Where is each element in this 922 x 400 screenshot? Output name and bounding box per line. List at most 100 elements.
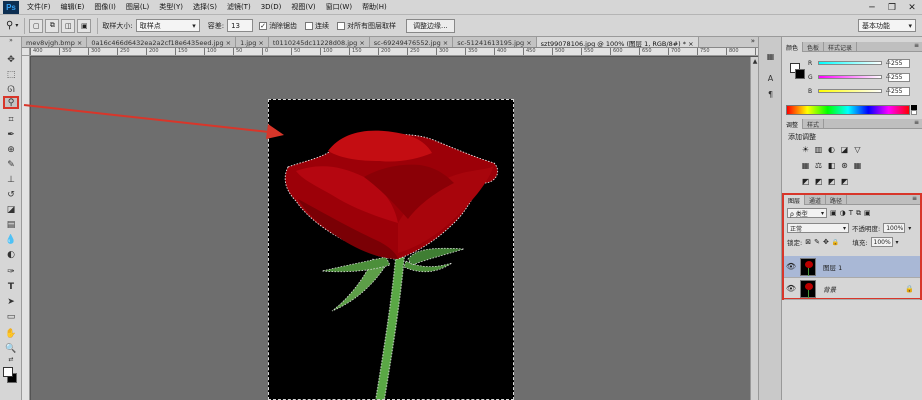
marquee-tool-icon[interactable]: ⬚ xyxy=(3,68,19,81)
document-tab[interactable]: 0a16c466d6432ea2a2cf18e6435eed.jpg × xyxy=(87,37,237,47)
swap-colors-icon[interactable]: ⇄ xyxy=(3,355,19,363)
green-channel-value[interactable]: 255 xyxy=(888,72,910,82)
minimize-button[interactable]: ─ xyxy=(862,0,882,15)
move-tool-icon[interactable]: ✥ xyxy=(3,53,19,66)
restore-button[interactable]: ❐ xyxy=(882,0,902,15)
menu-file[interactable]: 文件(F) xyxy=(22,2,56,12)
history-brush-tool-icon[interactable]: ↺ xyxy=(3,188,19,201)
panel-menu-icon[interactable]: ≡ xyxy=(911,42,922,51)
exposure-icon[interactable]: ◪ xyxy=(839,144,850,155)
preset-dropdown-icon[interactable]: ▾ xyxy=(15,22,18,29)
tab-adjust-styles[interactable]: 样式 xyxy=(803,119,825,129)
tab-swatches[interactable]: 色板 xyxy=(803,42,825,52)
ruler-horizontal[interactable]: 400 350 300 250 200 150 100 50 0 50 100 150 200 250 30… xyxy=(30,48,758,56)
eye-icon[interactable]: 👁 xyxy=(784,284,798,293)
sample-all-layers-checkbox[interactable] xyxy=(337,21,346,30)
refine-edge-button[interactable]: 调整边缘... xyxy=(406,18,455,33)
blue-channel-track[interactable] xyxy=(818,89,882,93)
color-panel-background-swatch[interactable] xyxy=(795,69,805,79)
menu-edit[interactable]: 编辑(E) xyxy=(56,2,90,12)
black-white-icon[interactable]: ◧ xyxy=(826,160,837,171)
ruler-origin[interactable] xyxy=(22,48,30,56)
new-selection-icon[interactable]: ▢ xyxy=(29,18,44,33)
magic-wand-preset-icon[interactable]: ⚲ xyxy=(6,20,13,31)
lock-image-icon[interactable]: ✎ xyxy=(814,238,820,246)
menu-help[interactable]: 帮助(H) xyxy=(357,2,392,12)
intersect-selection-icon[interactable]: ▣ xyxy=(77,18,92,33)
menu-type[interactable]: 类型(Y) xyxy=(154,2,188,12)
subtract-selection-icon[interactable]: ◫ xyxy=(61,18,76,33)
vertical-scrollbar[interactable]: ▲ xyxy=(750,57,758,400)
filter-pixel-icon[interactable]: ▣ xyxy=(830,209,837,217)
menu-3d[interactable]: 3D(D) xyxy=(256,3,287,11)
menu-window[interactable]: 窗口(W) xyxy=(321,2,357,12)
contiguous-checkbox[interactable] xyxy=(305,21,314,30)
add-selection-icon[interactable]: ⧉ xyxy=(45,18,60,33)
lock-all-icon[interactable]: 🔒 xyxy=(832,239,839,246)
eyedropper-tool-icon[interactable]: ✒ xyxy=(3,128,19,141)
history-panel-icon[interactable]: ▦ xyxy=(764,51,777,62)
levels-icon[interactable]: ▥ xyxy=(813,144,824,155)
slider-thumb-icon[interactable]: △ xyxy=(886,58,891,65)
chevron-down-icon[interactable]: ▾ xyxy=(908,225,911,232)
clone-stamp-tool-icon[interactable]: ⊥ xyxy=(3,173,19,186)
menu-image[interactable]: 图像(I) xyxy=(89,2,121,12)
menu-layer[interactable]: 图层(L) xyxy=(121,2,154,12)
tolerance-input[interactable]: 13 xyxy=(227,19,254,32)
paragraph-panel-icon[interactable]: ¶ xyxy=(764,89,777,100)
blue-channel-value[interactable]: 255 xyxy=(888,86,910,96)
document-tab[interactable]: mev8vjgh.bmp × xyxy=(22,37,88,47)
fill-input[interactable]: 100% xyxy=(870,237,893,247)
tab-color[interactable]: 颜色 xyxy=(782,42,804,52)
sample-size-select[interactable]: 取样点 ▾ xyxy=(135,19,200,32)
menu-view[interactable]: 视图(V) xyxy=(286,2,320,12)
document-tab[interactable]: sc-51241613195.jpg × xyxy=(453,37,537,47)
foreground-color-swatch[interactable] xyxy=(3,367,13,377)
invert-icon[interactable]: ◩ xyxy=(800,176,811,187)
slider-thumb-icon[interactable]: △ xyxy=(886,86,891,93)
hand-tool-icon[interactable]: ✋ xyxy=(3,327,19,340)
lock-transparent-icon[interactable]: ⊠ xyxy=(805,238,811,246)
more-tabs-icon[interactable]: » xyxy=(748,37,758,47)
tab-channels[interactable]: 通道 xyxy=(805,195,827,205)
layer-filter-select[interactable]: ρ 类型 ▾ xyxy=(787,208,827,218)
close-button[interactable]: ✕ xyxy=(902,0,922,15)
document-tab-active[interactable]: szt99078106.jpg @ 100% (图层 1, RGB/8#) * … xyxy=(536,37,699,47)
antialias-checkbox[interactable]: ✓ xyxy=(259,21,268,30)
document-tab[interactable]: t0110245dc11228d08.jpg × xyxy=(268,37,370,47)
green-channel-track[interactable] xyxy=(818,75,882,79)
layer-name[interactable]: 图层 1 xyxy=(823,262,842,272)
opacity-input[interactable]: 100% xyxy=(883,223,906,233)
white-swatch[interactable] xyxy=(911,110,917,115)
blur-tool-icon[interactable]: 💧 xyxy=(3,233,19,246)
magic-wand-tool-icon[interactable]: ⚲ xyxy=(3,96,19,109)
healing-brush-tool-icon[interactable]: ⊕ xyxy=(3,143,19,156)
layer-name[interactable]: 背景 xyxy=(823,284,836,294)
red-channel-value[interactable]: 255 xyxy=(888,58,910,68)
curves-icon[interactable]: ◐ xyxy=(826,144,837,155)
color-balance-icon[interactable]: ⚖ xyxy=(813,160,824,171)
pen-tool-icon[interactable]: ✑ xyxy=(3,265,19,278)
document-canvas[interactable] xyxy=(268,99,514,400)
filter-type-icon[interactable]: T xyxy=(849,209,853,217)
lock-position-icon[interactable]: ✥ xyxy=(823,238,829,246)
panel-menu-icon[interactable]: ≡ xyxy=(911,119,922,128)
path-selection-tool-icon[interactable]: ➤ xyxy=(3,295,19,308)
toolbox-collapse-icon[interactable]: » xyxy=(3,37,19,44)
brush-tool-icon[interactable]: ✎ xyxy=(3,158,19,171)
gradient-map-icon[interactable]: ◩ xyxy=(839,176,850,187)
character-panel-icon[interactable]: A xyxy=(764,73,777,84)
brightness-contrast-icon[interactable]: ☀ xyxy=(800,144,811,155)
blend-mode-select[interactable]: 正常 ▾ xyxy=(787,223,849,233)
document-tab[interactable]: sc-69249476552.jpg × xyxy=(369,37,454,47)
panel-menu-icon[interactable]: ≡ xyxy=(909,195,920,204)
menu-filter[interactable]: 滤镜(T) xyxy=(222,2,256,12)
channel-mixer-icon[interactable]: ▦ xyxy=(852,160,863,171)
filter-adjustment-icon[interactable]: ◑ xyxy=(840,209,846,217)
chevron-down-icon[interactable]: ▾ xyxy=(896,239,899,246)
crop-tool-icon[interactable]: ⌗ xyxy=(3,113,19,126)
posterize-icon[interactable]: ◩ xyxy=(813,176,824,187)
red-channel-track[interactable] xyxy=(818,61,882,65)
filter-shape-icon[interactable]: ⧉ xyxy=(856,209,861,218)
tab-adjustments[interactable]: 调整 xyxy=(782,119,804,129)
